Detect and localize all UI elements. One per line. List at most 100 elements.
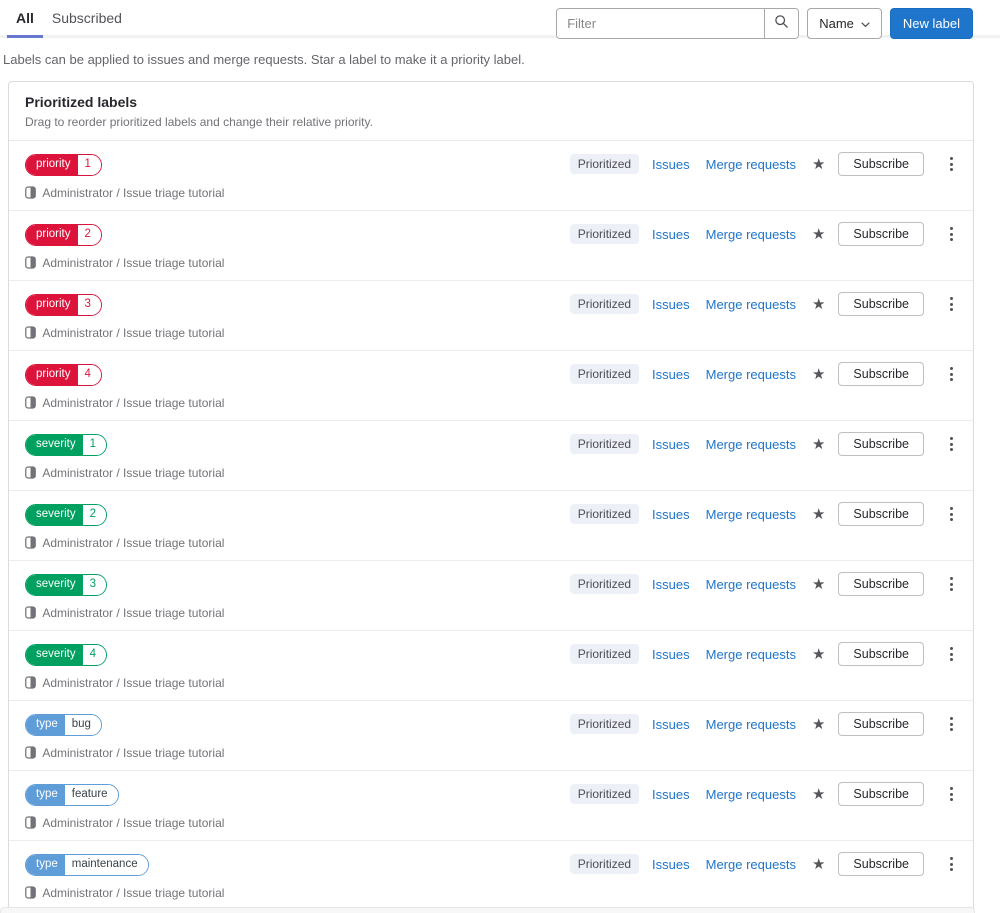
scoped-label[interactable]: type bug — [25, 714, 102, 736]
search-button[interactable] — [764, 9, 799, 38]
project-path: Administrator / Issue triage tutorial — [25, 744, 250, 762]
search-icon — [774, 14, 789, 34]
kebab-menu-icon[interactable] — [945, 223, 958, 245]
kebab-menu-icon[interactable] — [945, 363, 958, 385]
project-path: Administrator / Issue triage tutorial — [25, 604, 250, 622]
scoped-label[interactable]: severity 2 — [25, 504, 108, 526]
kebab-menu-icon[interactable] — [945, 713, 958, 735]
label-row: severity 1 Administrator / Issue triage … — [9, 421, 973, 491]
tab-all[interactable]: All — [7, 2, 43, 38]
scoped-label[interactable]: severity 3 — [25, 574, 108, 596]
star-icon[interactable]: ★ — [812, 717, 825, 732]
merge-requests-link[interactable]: Merge requests — [706, 227, 796, 242]
issues-link[interactable]: Issues — [652, 717, 690, 732]
issues-link[interactable]: Issues — [652, 577, 690, 592]
new-label-button[interactable]: New label — [889, 8, 973, 39]
subscribe-button[interactable]: Subscribe — [838, 152, 924, 176]
project-path: Administrator / Issue triage tutorial — [25, 464, 250, 482]
issues-link[interactable]: Issues — [652, 227, 690, 242]
issues-link[interactable]: Issues — [652, 437, 690, 452]
subscribe-button[interactable]: Subscribe — [838, 852, 924, 876]
project-path-text: Administrator / Issue triage tutorial — [42, 185, 225, 200]
subscribe-button[interactable]: Subscribe — [838, 292, 924, 316]
kebab-menu-icon[interactable] — [945, 643, 958, 665]
subscribe-button[interactable]: Subscribe — [838, 642, 924, 666]
scoped-label[interactable]: severity 1 — [25, 434, 108, 456]
scoped-label-value: bug — [64, 715, 101, 735]
scoped-label-key: priority — [26, 295, 78, 315]
merge-requests-link[interactable]: Merge requests — [706, 717, 796, 732]
project-path-text: Administrator / Issue triage tutorial — [42, 815, 225, 830]
star-icon[interactable]: ★ — [812, 857, 825, 872]
prioritized-badge: Prioritized — [569, 224, 640, 244]
merge-requests-link[interactable]: Merge requests — [706, 157, 796, 172]
tab-subscribed[interactable]: Subscribed — [43, 2, 131, 38]
merge-requests-link[interactable]: Merge requests — [706, 857, 796, 872]
kebab-menu-icon[interactable] — [945, 293, 958, 315]
label-row: severity 2 Administrator / Issue triage … — [9, 491, 973, 561]
issues-link[interactable]: Issues — [652, 787, 690, 802]
star-icon[interactable]: ★ — [812, 227, 825, 242]
prioritized-badge: Prioritized — [569, 504, 640, 524]
scoped-label-key: priority — [26, 365, 78, 385]
merge-requests-link[interactable]: Merge requests — [706, 367, 796, 382]
label-row: type maintenance Administrator / Issue t… — [9, 841, 973, 911]
issues-link[interactable]: Issues — [652, 507, 690, 522]
issues-link[interactable]: Issues — [652, 647, 690, 662]
merge-requests-link[interactable]: Merge requests — [706, 577, 796, 592]
scoped-label[interactable]: type maintenance — [25, 854, 149, 876]
merge-requests-link[interactable]: Merge requests — [706, 297, 796, 312]
filter-input[interactable] — [557, 9, 765, 38]
subscribe-button[interactable]: Subscribe — [838, 502, 924, 526]
kebab-menu-icon[interactable] — [945, 573, 958, 595]
project-path-text: Administrator / Issue triage tutorial — [42, 535, 225, 550]
star-icon[interactable]: ★ — [812, 367, 825, 382]
star-icon[interactable]: ★ — [812, 297, 825, 312]
filter-group — [556, 8, 800, 39]
project-icon — [25, 395, 39, 412]
star-icon[interactable]: ★ — [812, 157, 825, 172]
issues-link[interactable]: Issues — [652, 157, 690, 172]
kebab-menu-icon[interactable] — [945, 853, 958, 875]
scoped-label[interactable]: type feature — [25, 784, 119, 806]
kebab-menu-icon[interactable] — [945, 503, 958, 525]
merge-requests-link[interactable]: Merge requests — [706, 787, 796, 802]
prioritized-badge: Prioritized — [569, 154, 640, 174]
prioritized-badge: Prioritized — [569, 854, 640, 874]
kebab-menu-icon[interactable] — [945, 783, 958, 805]
subscribe-button[interactable]: Subscribe — [838, 712, 924, 736]
subscribe-button[interactable]: Subscribe — [838, 572, 924, 596]
prioritized-badge: Prioritized — [569, 294, 640, 314]
scoped-label[interactable]: priority 4 — [25, 364, 102, 386]
star-icon[interactable]: ★ — [812, 647, 825, 662]
scoped-label[interactable]: priority 3 — [25, 294, 102, 316]
star-icon[interactable]: ★ — [812, 787, 825, 802]
scoped-label[interactable]: priority 1 — [25, 154, 102, 176]
merge-requests-link[interactable]: Merge requests — [706, 437, 796, 452]
scoped-label[interactable]: priority 2 — [25, 224, 102, 246]
star-icon[interactable]: ★ — [812, 437, 825, 452]
kebab-menu-icon[interactable] — [945, 153, 958, 175]
project-path: Administrator / Issue triage tutorial — [25, 394, 250, 412]
row-controls: Prioritized Issues Merge requests ★ Subs… — [569, 502, 958, 526]
issues-link[interactable]: Issues — [652, 297, 690, 312]
project-icon — [25, 255, 39, 272]
scoped-label[interactable]: severity 4 — [25, 644, 108, 666]
subscribe-button[interactable]: Subscribe — [838, 782, 924, 806]
subscribe-button[interactable]: Subscribe — [838, 432, 924, 456]
sort-dropdown[interactable]: Name — [807, 8, 882, 39]
star-icon[interactable]: ★ — [812, 507, 825, 522]
label-list: priority 1 Administrator / Issue triage … — [9, 141, 973, 911]
scoped-label-value: 4 — [77, 365, 101, 385]
subscribe-button[interactable]: Subscribe — [838, 362, 924, 386]
issues-link[interactable]: Issues — [652, 857, 690, 872]
merge-requests-link[interactable]: Merge requests — [706, 507, 796, 522]
label-row: priority 4 Administrator / Issue triage … — [9, 351, 973, 421]
row-controls: Prioritized Issues Merge requests ★ Subs… — [569, 782, 958, 806]
kebab-menu-icon[interactable] — [945, 433, 958, 455]
subscribe-button[interactable]: Subscribe — [838, 222, 924, 246]
star-icon[interactable]: ★ — [812, 577, 825, 592]
merge-requests-link[interactable]: Merge requests — [706, 647, 796, 662]
issues-link[interactable]: Issues — [652, 367, 690, 382]
project-path: Administrator / Issue triage tutorial — [25, 184, 250, 202]
